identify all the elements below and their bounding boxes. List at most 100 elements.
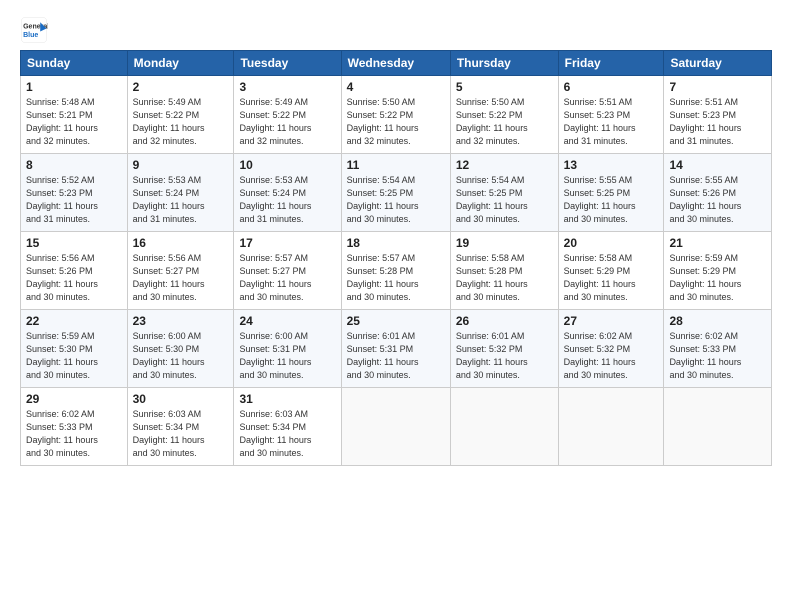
day-number: 24 [239, 314, 335, 328]
day-info: Sunrise: 5:55 AM Sunset: 5:26 PM Dayligh… [669, 174, 766, 226]
day-header-wednesday: Wednesday [341, 51, 450, 76]
week-row-4: 22 Sunrise: 5:59 AM Sunset: 5:30 PM Dayli… [21, 310, 772, 388]
day-info: Sunrise: 5:50 AM Sunset: 5:22 PM Dayligh… [347, 96, 445, 148]
day-number: 18 [347, 236, 445, 250]
day-info: Sunrise: 5:49 AM Sunset: 5:22 PM Dayligh… [133, 96, 229, 148]
day-cell: 14 Sunrise: 5:55 AM Sunset: 5:26 PM Dayli… [664, 154, 772, 232]
day-number: 4 [347, 80, 445, 94]
header-row: SundayMondayTuesdayWednesdayThursdayFrid… [21, 51, 772, 76]
day-header-saturday: Saturday [664, 51, 772, 76]
day-cell [558, 388, 664, 466]
day-cell: 18 Sunrise: 5:57 AM Sunset: 5:28 PM Dayli… [341, 232, 450, 310]
day-cell: 20Sunrise: 5:58 AM Sunset: 5:29 PM Dayli… [558, 232, 664, 310]
day-number: 11 [347, 158, 445, 172]
day-number: 31 [239, 392, 335, 406]
day-info: Sunrise: 5:58 AM Sunset: 5:28 PM Dayligh… [456, 252, 553, 304]
day-info: Sunrise: 5:52 AM Sunset: 5:23 PM Dayligh… [26, 174, 122, 226]
day-number: 1 [26, 80, 122, 94]
week-row-1: 1 Sunrise: 5:48 AM Sunset: 5:21 PM Daylig… [21, 76, 772, 154]
week-row-5: 29Sunrise: 6:02 AM Sunset: 5:33 PM Dayli… [21, 388, 772, 466]
day-cell: 13Sunrise: 5:55 AM Sunset: 5:25 PM Dayli… [558, 154, 664, 232]
day-number: 15 [26, 236, 122, 250]
day-info: Sunrise: 6:01 AM Sunset: 5:31 PM Dayligh… [347, 330, 445, 382]
day-info: Sunrise: 5:51 AM Sunset: 5:23 PM Dayligh… [564, 96, 659, 148]
day-number: 19 [456, 236, 553, 250]
day-number: 16 [133, 236, 229, 250]
day-info: Sunrise: 6:02 AM Sunset: 5:32 PM Dayligh… [564, 330, 659, 382]
svg-text:Blue: Blue [23, 32, 38, 39]
day-cell: 5 Sunrise: 5:50 AM Sunset: 5:22 PM Daylig… [450, 76, 558, 154]
day-info: Sunrise: 6:02 AM Sunset: 5:33 PM Dayligh… [669, 330, 766, 382]
day-cell: 8 Sunrise: 5:52 AM Sunset: 5:23 PM Daylig… [21, 154, 128, 232]
day-number: 9 [133, 158, 229, 172]
day-header-thursday: Thursday [450, 51, 558, 76]
day-info: Sunrise: 5:54 AM Sunset: 5:25 PM Dayligh… [456, 174, 553, 226]
day-cell: 9 Sunrise: 5:53 AM Sunset: 5:24 PM Daylig… [127, 154, 234, 232]
day-info: Sunrise: 5:56 AM Sunset: 5:26 PM Dayligh… [26, 252, 122, 304]
day-cell: 24 Sunrise: 6:00 AM Sunset: 5:31 PM Dayli… [234, 310, 341, 388]
day-number: 8 [26, 158, 122, 172]
day-info: Sunrise: 5:58 AM Sunset: 5:29 PM Dayligh… [564, 252, 659, 304]
day-cell: 29Sunrise: 6:02 AM Sunset: 5:33 PM Dayli… [21, 388, 128, 466]
day-cell [450, 388, 558, 466]
day-number: 5 [456, 80, 553, 94]
day-cell: 4 Sunrise: 5:50 AM Sunset: 5:22 PM Daylig… [341, 76, 450, 154]
day-cell: 26Sunrise: 6:01 AM Sunset: 5:32 PM Dayli… [450, 310, 558, 388]
day-cell: 21 Sunrise: 5:59 AM Sunset: 5:29 PM Dayli… [664, 232, 772, 310]
day-number: 12 [456, 158, 553, 172]
day-cell: 7Sunrise: 5:51 AM Sunset: 5:23 PM Daylig… [664, 76, 772, 154]
day-info: Sunrise: 5:53 AM Sunset: 5:24 PM Dayligh… [133, 174, 229, 226]
page: General Blue SundayMondayTuesdayWednesda… [0, 0, 792, 476]
logo-icon: General Blue [20, 16, 48, 44]
day-info: Sunrise: 6:02 AM Sunset: 5:33 PM Dayligh… [26, 408, 122, 460]
day-number: 23 [133, 314, 229, 328]
day-info: Sunrise: 5:57 AM Sunset: 5:27 PM Dayligh… [239, 252, 335, 304]
day-cell: 12 Sunrise: 5:54 AM Sunset: 5:25 PM Dayli… [450, 154, 558, 232]
day-cell [664, 388, 772, 466]
day-cell: 10 Sunrise: 5:53 AM Sunset: 5:24 PM Dayli… [234, 154, 341, 232]
day-header-monday: Monday [127, 51, 234, 76]
day-info: Sunrise: 5:53 AM Sunset: 5:24 PM Dayligh… [239, 174, 335, 226]
week-row-2: 8 Sunrise: 5:52 AM Sunset: 5:23 PM Daylig… [21, 154, 772, 232]
day-info: Sunrise: 5:57 AM Sunset: 5:28 PM Dayligh… [347, 252, 445, 304]
day-cell: 6Sunrise: 5:51 AM Sunset: 5:23 PM Daylig… [558, 76, 664, 154]
day-info: Sunrise: 5:59 AM Sunset: 5:29 PM Dayligh… [669, 252, 766, 304]
day-number: 21 [669, 236, 766, 250]
day-info: Sunrise: 5:48 AM Sunset: 5:21 PM Dayligh… [26, 96, 122, 148]
day-cell: 27 Sunrise: 6:02 AM Sunset: 5:32 PM Dayli… [558, 310, 664, 388]
day-number: 25 [347, 314, 445, 328]
day-cell: 1 Sunrise: 5:48 AM Sunset: 5:21 PM Daylig… [21, 76, 128, 154]
day-number: 14 [669, 158, 766, 172]
day-number: 3 [239, 80, 335, 94]
day-number: 10 [239, 158, 335, 172]
calendar: SundayMondayTuesdayWednesdayThursdayFrid… [20, 50, 772, 466]
day-cell [341, 388, 450, 466]
day-cell: 31 Sunrise: 6:03 AM Sunset: 5:34 PM Dayli… [234, 388, 341, 466]
day-number: 27 [564, 314, 659, 328]
day-info: Sunrise: 5:59 AM Sunset: 5:30 PM Dayligh… [26, 330, 122, 382]
day-number: 22 [26, 314, 122, 328]
logo: General Blue [20, 16, 48, 44]
day-info: Sunrise: 5:54 AM Sunset: 5:25 PM Dayligh… [347, 174, 445, 226]
day-info: Sunrise: 5:56 AM Sunset: 5:27 PM Dayligh… [133, 252, 229, 304]
day-cell: 23Sunrise: 6:00 AM Sunset: 5:30 PM Dayli… [127, 310, 234, 388]
day-header-sunday: Sunday [21, 51, 128, 76]
day-cell: 17 Sunrise: 5:57 AM Sunset: 5:27 PM Dayli… [234, 232, 341, 310]
day-number: 2 [133, 80, 229, 94]
day-number: 28 [669, 314, 766, 328]
day-cell: 3 Sunrise: 5:49 AM Sunset: 5:22 PM Daylig… [234, 76, 341, 154]
day-info: Sunrise: 6:03 AM Sunset: 5:34 PM Dayligh… [133, 408, 229, 460]
day-info: Sunrise: 6:00 AM Sunset: 5:31 PM Dayligh… [239, 330, 335, 382]
day-info: Sunrise: 5:55 AM Sunset: 5:25 PM Dayligh… [564, 174, 659, 226]
day-cell: 28 Sunrise: 6:02 AM Sunset: 5:33 PM Dayli… [664, 310, 772, 388]
day-cell: 2 Sunrise: 5:49 AM Sunset: 5:22 PM Daylig… [127, 76, 234, 154]
day-info: Sunrise: 5:50 AM Sunset: 5:22 PM Dayligh… [456, 96, 553, 148]
day-header-friday: Friday [558, 51, 664, 76]
day-info: Sunrise: 6:03 AM Sunset: 5:34 PM Dayligh… [239, 408, 335, 460]
day-number: 30 [133, 392, 229, 406]
day-info: Sunrise: 5:49 AM Sunset: 5:22 PM Dayligh… [239, 96, 335, 148]
day-info: Sunrise: 6:01 AM Sunset: 5:32 PM Dayligh… [456, 330, 553, 382]
day-cell: 19 Sunrise: 5:58 AM Sunset: 5:28 PM Dayli… [450, 232, 558, 310]
day-number: 17 [239, 236, 335, 250]
day-cell: 25 Sunrise: 6:01 AM Sunset: 5:31 PM Dayli… [341, 310, 450, 388]
